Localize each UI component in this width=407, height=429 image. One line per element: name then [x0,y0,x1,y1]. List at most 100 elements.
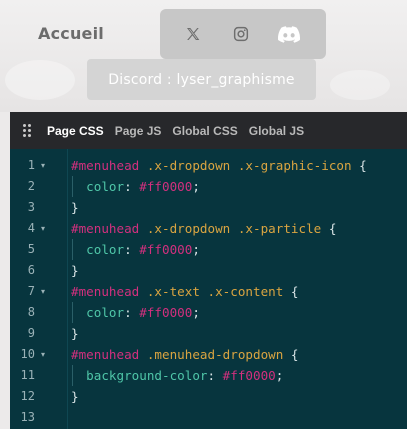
code-token: .x-dropdown [146,221,231,236]
code-line[interactable]: 7 ▾ #menuhead .x-text .x-content { [10,281,407,302]
line-number: 12 [20,389,35,403]
code-token: .x-particle [237,221,322,236]
tab-global-js[interactable]: Global JS [249,124,304,138]
code-token: #ff0000 [139,305,193,320]
code-text: #menuhead .x-text .x-content { [71,281,299,302]
code-token: #menuhead [71,158,140,173]
line-number: 9 [27,326,35,340]
tab-page-js[interactable]: Page JS [115,124,162,138]
code-text: color: #ff0000; [71,239,200,260]
code-editor-panel: Page CSS Page JS Global CSS Global JS 1 ▾… [10,112,407,429]
code-token: } [71,389,79,404]
line-number: 13 [20,410,35,424]
code-text: color: #ff0000; [71,176,200,197]
website-header: Accueil Discord : lyser_graphisme [0,0,407,112]
tab-page-css[interactable]: Page CSS [47,124,104,138]
code-line[interactable]: 6} [10,260,407,281]
code-text: background-color: #ff0000; [71,365,283,386]
line-number: 3 [27,200,35,214]
code-line[interactable]: 3} [10,197,407,218]
code-text: #menuhead .x-dropdown .x-particle { [71,218,336,239]
social-links-bar [160,9,326,59]
fold-toggle-icon[interactable]: ▾ [41,344,45,365]
discord-link-button[interactable] [272,18,306,50]
code-token: { [321,221,337,236]
code-line[interactable]: 5 color: #ff0000; [10,239,407,260]
instagram-link-button[interactable] [224,18,258,50]
code-line[interactable]: 9} [10,323,407,344]
line-number: 2 [27,179,35,193]
fold-toggle-icon[interactable]: ▾ [41,281,45,302]
code-text: } [71,260,79,281]
code-token: } [71,326,79,341]
code-token: color [86,242,125,257]
background-blur [330,70,390,100]
code-text: } [71,386,79,407]
code-token: ; [192,242,200,257]
tab-global-css[interactable]: Global CSS [172,124,237,138]
code-text: #menuhead .x-dropdown .x-graphic-icon { [71,155,367,176]
code-line[interactable]: 13 [10,407,407,428]
code-token: .x-dropdown [146,158,231,173]
code-token: background-color [86,368,208,383]
code-line[interactable]: 2 color: #ff0000; [10,176,407,197]
line-number: 7 [27,284,35,298]
code-token: : [124,179,140,194]
instagram-icon [233,26,249,42]
line-number: 10 [20,347,35,361]
code-token: #ff0000 [139,242,193,257]
code-line[interactable]: 12} [10,386,407,407]
code-token: { [283,347,299,362]
code-token: } [71,200,79,215]
code-token: ; [192,305,200,320]
line-number: 11 [20,368,35,382]
code-token: #menuhead [71,284,140,299]
drag-handle-icon[interactable] [23,123,33,138]
code-token: { [351,158,367,173]
code-token: .menuhead-dropdown [146,347,284,362]
line-number: 4 [27,221,35,235]
code-token: { [283,284,299,299]
nav-link-home[interactable]: Accueil [38,24,104,43]
code-token: #ff0000 [139,179,193,194]
code-line[interactable]: 8 color: #ff0000; [10,302,407,323]
code-token: #menuhead [71,221,140,236]
line-number: 1 [27,158,35,172]
code-line[interactable]: 4 ▾ #menuhead .x-dropdown .x-particle { [10,218,407,239]
code-token: .x-content [207,284,284,299]
code-token: .x-graphic-icon [237,158,352,173]
code-token: color [86,305,125,320]
code-token: : [124,305,140,320]
code-token: : [207,368,223,383]
code-token: .x-text [146,284,200,299]
code-token: #ff0000 [222,368,276,383]
x-logo-icon [187,28,200,40]
code-text: } [71,323,79,344]
fold-toggle-icon[interactable]: ▾ [41,155,45,176]
discord-tooltip: Discord : lyser_graphisme [87,59,316,100]
code-token: ; [192,179,200,194]
code-line[interactable]: 10 ▾ #menuhead .menuhead-dropdown { [10,344,407,365]
code-token: #menuhead [71,347,140,362]
line-number: 8 [27,305,35,319]
code-text: } [71,197,79,218]
code-line[interactable]: 1 ▾ #menuhead .x-dropdown .x-graphic-icon … [10,155,407,176]
discord-icon [278,25,300,43]
code-text: #menuhead .menuhead-dropdown { [71,344,299,365]
code-text: color: #ff0000; [71,302,200,323]
editor-tab-bar: Page CSS Page JS Global CSS Global JS [10,112,407,149]
x-link-button[interactable] [176,18,210,50]
fold-toggle-icon[interactable]: ▾ [41,218,45,239]
code-token: : [124,242,140,257]
code-line[interactable]: 11 background-color: #ff0000; [10,365,407,386]
code-token: } [71,263,79,278]
line-number: 5 [27,242,35,256]
line-number: 6 [27,263,35,277]
